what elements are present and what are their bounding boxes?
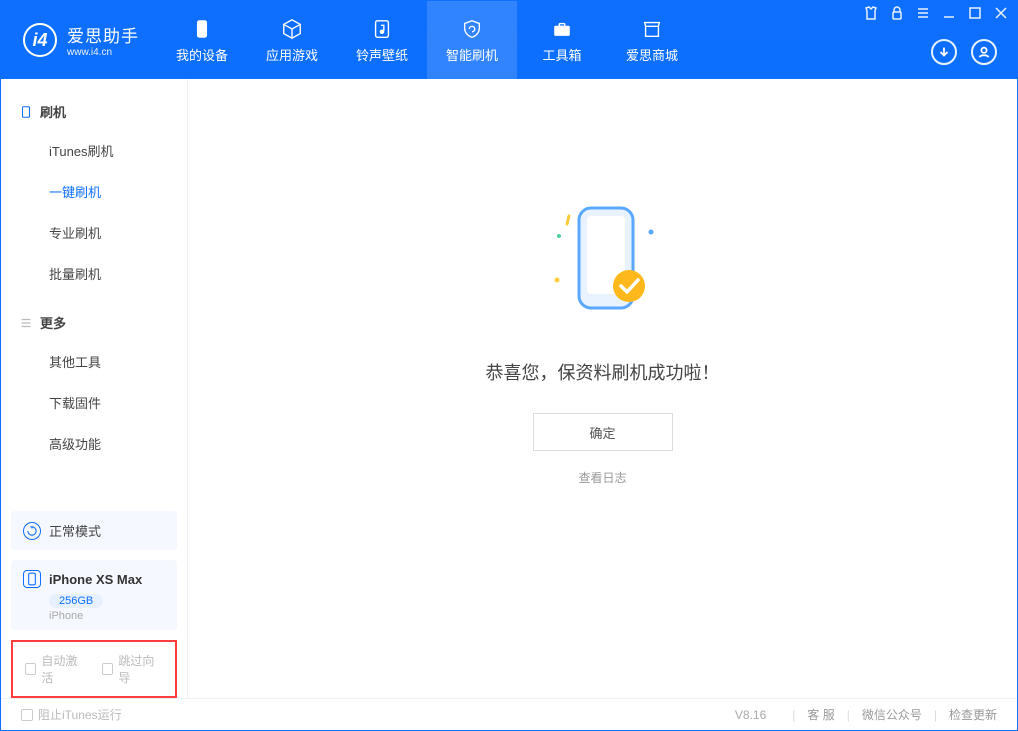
device-mode-chip[interactable]: 正常模式 (11, 511, 177, 550)
sidebar-item-batch-flash[interactable]: 批量刷机 (1, 253, 187, 294)
success-message: 恭喜您，保资料刷机成功啦！ (486, 359, 720, 385)
body: 刷机 iTunes刷机 一键刷机 专业刷机 批量刷机 更多 其他工具 下载固件 … (1, 79, 1017, 698)
tab-label: 我的设备 (176, 45, 228, 64)
options-highlight-box: 自动激活 跳过向导 (11, 640, 177, 698)
menu-icon[interactable] (915, 5, 931, 21)
note-icon (370, 17, 394, 41)
sidebar-item-pro-flash[interactable]: 专业刷机 (1, 212, 187, 253)
maximize-icon[interactable] (967, 5, 983, 21)
view-log-link[interactable]: 查看日志 (578, 469, 626, 486)
device-name: iPhone XS Max (49, 572, 142, 587)
tab-label: 智能刷机 (446, 45, 498, 64)
device-capacity: 256GB (49, 594, 103, 608)
tab-label: 爱思商城 (626, 45, 678, 64)
header-right-actions (931, 39, 997, 65)
tab-my-device[interactable]: 我的设备 (157, 1, 247, 79)
app-title: 爱思助手 (67, 22, 139, 47)
refresh-icon (23, 522, 41, 540)
sidebar-item-other-tools[interactable]: 其他工具 (1, 341, 187, 382)
list-icon (19, 316, 33, 330)
tab-label: 工具箱 (542, 45, 581, 64)
support-link[interactable]: 客 服 (807, 706, 834, 723)
success-illustration (548, 199, 658, 329)
tab-ring-wallpaper[interactable]: 铃声壁纸 (337, 1, 427, 79)
sidebar-group-flash: 刷机 (1, 93, 187, 130)
version-label: V8.16 (735, 708, 766, 722)
titlebar-controls (863, 5, 1009, 21)
sidebar-group-more: 更多 (1, 304, 187, 341)
sidebar-bottom: 正常模式 iPhone XS Max 256GB iPhone 自动激活 跳过向… (1, 511, 187, 698)
checkbox-auto-activate[interactable]: 自动激活 (25, 652, 86, 686)
wechat-link[interactable]: 微信公众号 (862, 706, 922, 723)
tshirt-icon[interactable] (863, 5, 879, 21)
minimize-icon[interactable] (941, 5, 957, 21)
user-icon[interactable] (971, 39, 997, 65)
top-tabs: 我的设备 应用游戏 铃声壁纸 智能刷机 工具箱 爱思商城 (157, 1, 697, 79)
phone-small-icon (23, 570, 41, 588)
app-window: i4 爱思助手 www.i4.cn 我的设备 应用游戏 铃声壁纸 智能刷机 (0, 0, 1018, 731)
device-card[interactable]: iPhone XS Max 256GB iPhone (11, 560, 177, 630)
shield-refresh-icon (460, 17, 484, 41)
header: i4 爱思助手 www.i4.cn 我的设备 应用游戏 铃声壁纸 智能刷机 (1, 1, 1017, 79)
tab-toolbox[interactable]: 工具箱 (517, 1, 607, 79)
tab-label: 铃声壁纸 (356, 45, 408, 64)
sidebar: 刷机 iTunes刷机 一键刷机 专业刷机 批量刷机 更多 其他工具 下载固件 … (1, 79, 188, 698)
main-content: 恭喜您，保资料刷机成功啦！ 确定 查看日志 (188, 79, 1017, 698)
phone-icon (190, 17, 214, 41)
tab-apps-games[interactable]: 应用游戏 (247, 1, 337, 79)
sidebar-item-itunes-flash[interactable]: iTunes刷机 (1, 130, 187, 171)
device-mode-label: 正常模式 (49, 521, 101, 540)
device-type: iPhone (49, 610, 165, 622)
sidebar-item-advanced[interactable]: 高级功能 (1, 423, 187, 464)
footer: 阻止iTunes运行 V8.16 | 客 服 | 微信公众号 | 检查更新 (1, 698, 1017, 730)
tab-store[interactable]: 爱思商城 (607, 1, 697, 79)
device-icon (19, 105, 33, 119)
download-icon[interactable] (931, 39, 957, 65)
ok-button[interactable]: 确定 (533, 413, 673, 451)
close-icon[interactable] (993, 5, 1009, 21)
toolbox-icon (550, 17, 574, 41)
app-logo: i4 爱思助手 www.i4.cn (1, 1, 157, 79)
sidebar-item-onekey-flash[interactable]: 一键刷机 (1, 171, 187, 212)
tab-smart-flash[interactable]: 智能刷机 (427, 1, 517, 79)
tab-label: 应用游戏 (266, 45, 318, 64)
app-url: www.i4.cn (67, 47, 139, 58)
cube-icon (280, 17, 304, 41)
store-icon (640, 17, 664, 41)
logo-icon: i4 (23, 23, 57, 57)
checkbox-skip-guide[interactable]: 跳过向导 (102, 652, 163, 686)
lock-icon[interactable] (889, 5, 905, 21)
sidebar-item-download-firmware[interactable]: 下载固件 (1, 382, 187, 423)
check-update-link[interactable]: 检查更新 (949, 706, 997, 723)
checkbox-block-itunes[interactable]: 阻止iTunes运行 (21, 706, 122, 723)
